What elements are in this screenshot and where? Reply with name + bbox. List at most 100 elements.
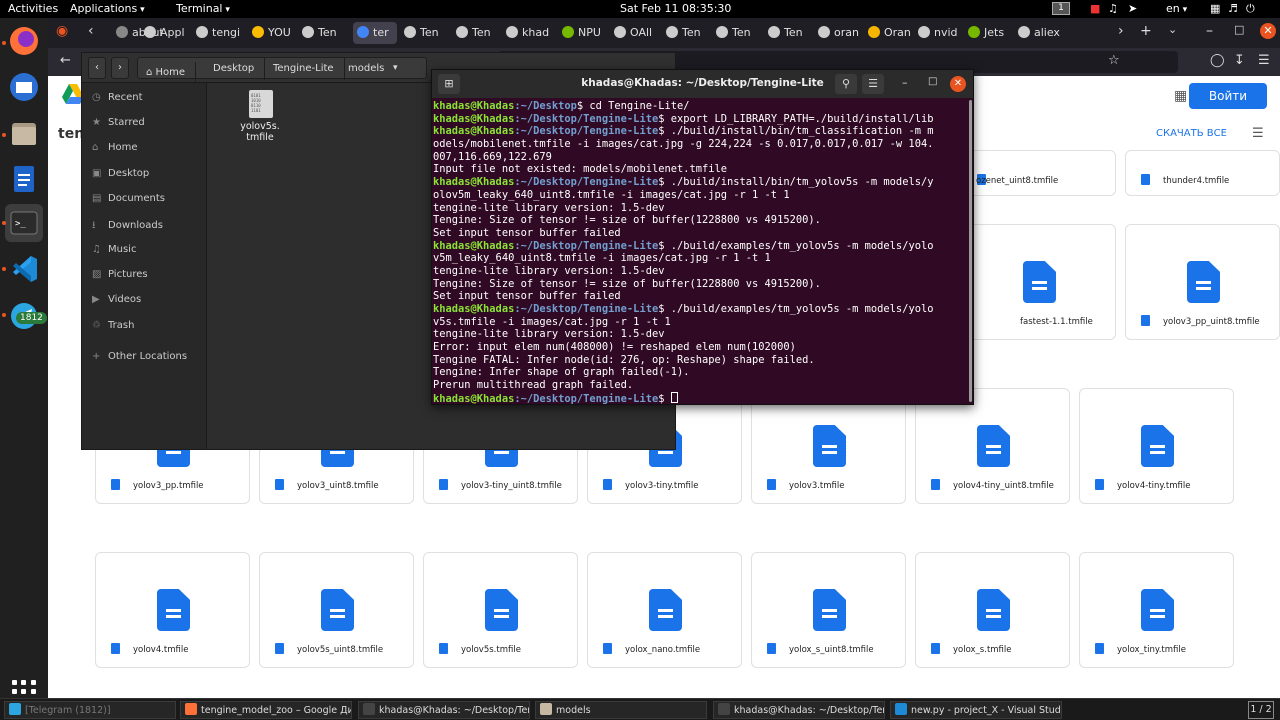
taskbar-item[interactable]: khadas@Khadas: ~/Desktop/Tengi... <box>358 701 530 719</box>
browser-tab[interactable]: Ten <box>302 22 348 44</box>
browser-tab[interactable]: Appl <box>144 22 190 44</box>
menu-icon[interactable]: ☰ <box>1258 53 1270 68</box>
files-icon[interactable] <box>5 114 43 152</box>
maximize-icon[interactable]: □ <box>1234 23 1244 36</box>
taskbar-item[interactable]: models <box>535 701 707 719</box>
telegram-tray-icon[interactable]: ➤ <box>1128 2 1137 15</box>
browser-tab[interactable]: OAll <box>614 22 660 44</box>
browser-tab[interactable]: nvid <box>918 22 964 44</box>
terminal-menu[interactable]: Terminal <box>176 2 230 15</box>
browser-tab[interactable]: tengi <box>196 22 242 44</box>
google-apps-icon[interactable]: ▦ <box>1174 88 1187 104</box>
workspace-indicator[interactable]: 1 <box>1052 2 1070 15</box>
file-card[interactable]: fastest-1.1.tmfile <box>961 224 1116 340</box>
taskbar-item[interactable]: new.py - project_X - Visual Studio ... <box>890 701 1062 719</box>
hamburger-menu-icon[interactable]: ☰ <box>862 74 884 94</box>
file-card[interactable]: yolov3.tmfile <box>751 388 906 504</box>
firefox-icon[interactable] <box>5 22 43 60</box>
minimize-icon[interactable]: – <box>1206 23 1213 39</box>
maximize-icon[interactable]: □ <box>928 76 937 87</box>
chevron-down-icon[interactable]: ▾ <box>393 58 398 78</box>
close-icon[interactable]: ✕ <box>1260 23 1276 39</box>
terminal-output[interactable]: khadas@Khadas:~/Desktop$ cd Tengine-Lite… <box>432 98 972 404</box>
file-card[interactable]: yolox_nano.tmfile <box>587 552 742 668</box>
scroll-tabs-left-icon[interactable]: ‹ <box>88 23 94 39</box>
file-card[interactable]: yolox_s_uint8.tmfile <box>751 552 906 668</box>
scrollbar[interactable] <box>969 100 972 402</box>
notification-icon[interactable]: ■ <box>1090 2 1100 15</box>
activities-button[interactable]: Activities <box>8 2 58 15</box>
downloads-icon[interactable]: ↧ <box>1234 53 1245 68</box>
taskbar-item[interactable]: khadas@Khadas: ~/Desktop/Tengi... <box>713 701 885 719</box>
sidebar-item-desktop[interactable]: ▣ Desktop <box>92 168 149 179</box>
browser-tab[interactable]: aliex <box>1018 22 1064 44</box>
volume-small-icon[interactable]: ♫ <box>1108 2 1118 15</box>
language-menu[interactable]: en <box>1166 2 1187 15</box>
file-label[interactable]: yolov5s. tmfile <box>230 121 290 143</box>
sign-in-button[interactable]: Войти <box>1189 83 1267 109</box>
workspace-pager[interactable]: 1 / 2 <box>1248 701 1274 719</box>
file-card[interactable]: yolov5s.tmfile <box>423 552 578 668</box>
file-card[interactable]: yolov5s_uint8.tmfile <box>259 552 414 668</box>
sidebar-item-home[interactable]: ⌂ Home <box>92 142 138 153</box>
file-card[interactable]: ozenet_uint8.tmfile <box>961 150 1116 196</box>
browser-tab[interactable]: khad <box>506 22 552 44</box>
browser-tab[interactable]: Jets <box>968 22 1014 44</box>
applications-menu[interactable]: Applications <box>70 2 145 15</box>
thunderbird-icon[interactable] <box>5 68 43 106</box>
browser-tab[interactable]: Ten <box>666 22 712 44</box>
sidebar-item-pictures[interactable]: ▨ Pictures <box>92 269 148 280</box>
sidebar-item-recent[interactable]: ◷ Recent <box>92 92 143 103</box>
browser-tab[interactable]: Ten <box>404 22 450 44</box>
taskbar-item[interactable]: [Telegram (1812)] <box>4 701 176 719</box>
file-card[interactable]: yolov4.tmfile <box>95 552 250 668</box>
browser-tab[interactable]: ter <box>353 22 397 44</box>
sidebar-item-videos[interactable]: ▶ Videos <box>92 294 141 305</box>
file-card[interactable]: thunder4.tmfile <box>1125 150 1280 196</box>
scroll-tabs-right-icon[interactable]: › <box>1118 23 1124 39</box>
browser-tab[interactable]: YOU <box>252 22 298 44</box>
terminal-icon[interactable]: >_ <box>5 204 43 242</box>
browser-tab[interactable]: oran <box>818 22 864 44</box>
firefox-menu-icon[interactable]: ◉ <box>56 23 68 39</box>
forward-icon[interactable]: › <box>111 57 129 79</box>
file-card[interactable]: yolov4-tiny_uint8.tmfile <box>915 388 1070 504</box>
new-tab-icon[interactable]: + <box>1140 23 1152 39</box>
network-icon[interactable]: ▦ <box>1210 2 1220 15</box>
breadcrumb-tengine[interactable]: Tengine-Lite <box>263 58 345 80</box>
volume-icon[interactable]: ♬ <box>1228 2 1238 15</box>
bookmark-star-icon[interactable]: ☆ <box>1108 53 1120 68</box>
file-card[interactable]: yolov4-tiny.tmfile <box>1079 388 1234 504</box>
close-icon[interactable]: ✕ <box>950 76 966 92</box>
tab-list-icon[interactable]: ⌄ <box>1168 23 1177 36</box>
browser-tab[interactable]: Ten <box>716 22 762 44</box>
list-view-icon[interactable]: ☰ <box>1252 126 1264 141</box>
power-icon[interactable]: ⏻ <box>1246 2 1255 16</box>
breadcrumb-models[interactable]: models <box>338 58 394 80</box>
minimize-icon[interactable]: – <box>902 76 908 89</box>
file-card[interactable]: yolox_tiny.tmfile <box>1079 552 1234 668</box>
writer-icon[interactable] <box>5 160 43 198</box>
binary-file-icon[interactable]: 0101 1010 0110 1101 <box>249 90 273 118</box>
file-card[interactable]: yolov3_pp_uint8.tmfile <box>1125 224 1280 340</box>
sidebar-item-other-locations[interactable]: + Other Locations <box>92 351 187 362</box>
sidebar-item-downloads[interactable]: ⭳ Downloads <box>92 218 163 235</box>
pocket-icon[interactable]: ◯ <box>1210 53 1225 68</box>
browser-tab[interactable]: NPU <box>562 22 608 44</box>
sidebar-item-trash[interactable]: ♲ Trash <box>92 320 134 331</box>
browser-tab[interactable]: Ten <box>456 22 502 44</box>
file-card[interactable]: yolox_s.tmfile <box>915 552 1070 668</box>
vscode-icon[interactable] <box>5 250 43 288</box>
back-icon[interactable]: ‹ <box>88 57 106 79</box>
back-icon[interactable]: ← <box>60 53 71 68</box>
browser-tab[interactable]: Oran <box>868 22 914 44</box>
search-icon[interactable]: ⚲ <box>835 74 857 94</box>
sidebar-item-starred[interactable]: ★ Starred <box>92 117 145 128</box>
clock[interactable]: Sat Feb 11 08:35:30 <box>620 2 731 15</box>
download-all-link[interactable]: СКАЧАТЬ ВСЕ <box>1156 128 1227 139</box>
sidebar-item-documents[interactable]: ▤ Documents <box>92 193 165 204</box>
breadcrumb-desktop[interactable]: Desktop <box>203 58 266 80</box>
taskbar-item[interactable]: tengine_model_zoo – Google Дис... <box>180 701 352 719</box>
breadcrumb-home[interactable]: ⌂ Home <box>138 62 197 84</box>
browser-tab[interactable]: Ten <box>768 22 814 44</box>
